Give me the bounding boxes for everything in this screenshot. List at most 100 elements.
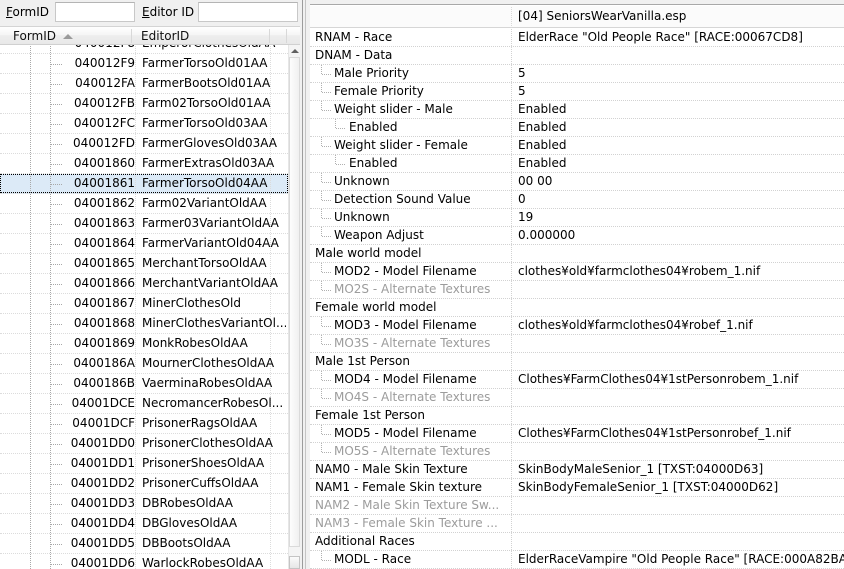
scrollbar-track[interactable] xyxy=(289,57,300,556)
detail-row-value[interactable]: clothes¥old¥farmclothes04¥robef_1.nif xyxy=(518,317,844,334)
detail-row-value[interactable]: Enabled xyxy=(518,119,844,136)
table-row[interactable]: 0400186B VaerminaRobesOldAA xyxy=(0,374,288,394)
detail-row[interactable]: Weight slider - Male Enabled xyxy=(310,101,844,119)
filter-formid-input[interactable] xyxy=(55,2,135,22)
detail-row[interactable]: NAM0 - Male Skin Texture SkinBodyMaleSeni… xyxy=(310,461,844,479)
column-header-editorid[interactable]: EditorID xyxy=(134,27,268,45)
table-row[interactable]: 040012FD FarmerGlovesOld03AA xyxy=(0,134,288,154)
detail-row-value[interactable] xyxy=(518,407,844,424)
detail-row-value[interactable] xyxy=(518,299,844,316)
detail-row[interactable]: Female Priority 5 xyxy=(310,83,844,101)
list-vertical-scrollbar[interactable] xyxy=(288,45,300,569)
detail-row[interactable]: MO3S - Alternate Textures xyxy=(310,335,844,353)
detail-row[interactable]: NAM1 - Female Skin texture SkinBodyFemale… xyxy=(310,479,844,497)
detail-row-value[interactable] xyxy=(518,245,844,262)
table-row[interactable]: 04001860 FarmerExtrasOld03AA xyxy=(0,154,288,174)
detail-column-header[interactable]: [04] SeniorsWearVanilla.esp xyxy=(310,6,844,28)
detail-row[interactable]: RNAM - Race ElderRace "Old People Race" [… xyxy=(310,29,844,47)
table-row[interactable]: 04001861 FarmerTorsoOld04AA xyxy=(0,174,288,194)
filter-editorid-input[interactable] xyxy=(198,2,298,22)
detail-row-value[interactable] xyxy=(518,533,844,550)
detail-row-value[interactable]: 5 xyxy=(518,83,844,100)
column-divider[interactable] xyxy=(269,29,270,43)
column-header-plugin[interactable]: [04] SeniorsWearVanilla.esp xyxy=(518,9,686,23)
detail-row[interactable]: Enabled Enabled xyxy=(310,119,844,137)
detail-row-value[interactable]: SkinBodyFemaleSenior_1 [TXST:04000D62] xyxy=(518,479,844,496)
table-row[interactable]: 04001DCF PrisonerRagsOldAA xyxy=(0,414,288,434)
table-row[interactable]: 04001DD4 DBGlovesOldAA xyxy=(0,514,288,534)
detail-row-value[interactable]: SkinBodyMaleSenior_1 [TXST:04000D63] xyxy=(518,461,844,478)
detail-row-value[interactable] xyxy=(518,335,844,352)
detail-row[interactable]: Weight slider - Female Enabled xyxy=(310,137,844,155)
detail-row[interactable]: MOD3 - Model Filename clothes¥old¥farmclo… xyxy=(310,317,844,335)
detail-row-value[interactable]: 19 xyxy=(518,209,844,226)
table-row[interactable]: 04001863 Farmer03VariantOldAA xyxy=(0,214,288,234)
detail-row-value[interactable]: Clothes¥FarmClothes04¥1stPersonrobef_1.n… xyxy=(518,425,844,442)
table-row[interactable]: 04001869 MonkRobesOldAA xyxy=(0,334,288,354)
table-row[interactable]: 04001DD6 WarlockRobesOldAA xyxy=(0,554,288,569)
table-row[interactable]: 04001DD3 DBRobesOldAA xyxy=(0,494,288,514)
table-row[interactable]: 04001868 MinerClothesVariantOl... xyxy=(0,314,288,334)
table-row[interactable]: 04001864 FarmerVariantOld04AA xyxy=(0,234,288,254)
detail-row[interactable]: Male Priority 5 xyxy=(310,65,844,83)
table-row[interactable]: 040012F8 EmperorClothesOldAA xyxy=(0,45,288,54)
table-row[interactable]: 040012FA FarmerBootsOld01AA xyxy=(0,74,288,94)
table-row[interactable]: 04001DD0 PrisonerClothesOldAA xyxy=(0,434,288,454)
detail-row[interactable]: Unknown 19 xyxy=(310,209,844,227)
detail-row-value[interactable] xyxy=(518,389,844,406)
detail-row[interactable]: MOD4 - Model Filename Clothes¥FarmClothes… xyxy=(310,371,844,389)
detail-row-value[interactable]: 0 xyxy=(518,191,844,208)
detail-row[interactable]: NAM2 - Male Skin Texture Sw... xyxy=(310,497,844,515)
detail-row[interactable]: Female world model xyxy=(310,299,844,317)
detail-row-value[interactable] xyxy=(518,515,844,532)
table-row[interactable]: 04001DD5 DBBootsOldAA xyxy=(0,534,288,554)
detail-row[interactable]: MO4S - Alternate Textures xyxy=(310,389,844,407)
detail-row-value[interactable]: 5 xyxy=(518,65,844,82)
detail-row[interactable]: Female 1st Person xyxy=(310,407,844,425)
detail-row[interactable]: MOD5 - Model Filename Clothes¥FarmClothes… xyxy=(310,425,844,443)
detail-row-value[interactable]: ElderRace "Old People Race" [RACE:00067C… xyxy=(518,29,844,46)
table-row[interactable]: 04001865 MerchantTorsoOldAA xyxy=(0,254,288,274)
column-divider[interactable] xyxy=(511,7,512,28)
detail-row-value[interactable]: Enabled xyxy=(518,137,844,154)
table-row[interactable]: 04001DD2 PrisonerCuffsOldAA xyxy=(0,474,288,494)
column-divider[interactable] xyxy=(286,29,287,43)
table-row[interactable]: 040012FC FarmerTorsoOld03AA xyxy=(0,114,288,134)
records-list[interactable]: 040012F8 EmperorClothesOldAA 040012F9 Farme… xyxy=(0,45,288,569)
detail-row-value[interactable] xyxy=(518,281,844,298)
detail-row[interactable]: Male world model xyxy=(310,245,844,263)
detail-row-value[interactable]: Enabled xyxy=(518,101,844,118)
table-row[interactable]: 04001866 MerchantVariantOldAA xyxy=(0,274,288,294)
detail-row-value[interactable]: Clothes¥FarmClothes04¥1stPersonrobem_1.n… xyxy=(518,371,844,388)
detail-row[interactable]: MO2S - Alternate Textures xyxy=(310,281,844,299)
detail-row[interactable]: Unknown 00 00 xyxy=(310,173,844,191)
detail-row[interactable]: Weapon Adjust 0.000000 xyxy=(310,227,844,245)
detail-row[interactable]: MODL - Race ElderRaceVampire "Old People … xyxy=(310,551,844,569)
scroll-up-button[interactable] xyxy=(289,45,300,57)
detail-row-value[interactable] xyxy=(518,47,844,64)
table-row[interactable]: 04001DCE NecromancerRobesOl... xyxy=(0,394,288,414)
table-row[interactable]: 040012FB Farm02TorsoOld01AA xyxy=(0,94,288,114)
table-row[interactable]: 04001DD1 PrisonerShoesOldAA xyxy=(0,454,288,474)
detail-row-value[interactable]: Enabled xyxy=(518,155,844,172)
detail-row-value[interactable]: ElderRaceVampire "Old People Race" [RACE… xyxy=(518,551,844,568)
column-divider[interactable] xyxy=(131,29,132,43)
detail-row[interactable]: Male 1st Person xyxy=(310,353,844,371)
detail-row-value[interactable] xyxy=(518,497,844,514)
scrollbar-thumb[interactable] xyxy=(289,57,300,547)
record-detail-rows[interactable]: RNAM - Race ElderRace "Old People Race" [… xyxy=(310,29,844,569)
detail-row-value[interactable]: 0.000000 xyxy=(518,227,844,244)
table-row[interactable]: 040012F9 FarmerTorsoOld01AA xyxy=(0,54,288,74)
detail-row-value[interactable] xyxy=(518,443,844,460)
table-row[interactable]: 04001862 Farm02VariantOldAA xyxy=(0,194,288,214)
detail-row[interactable]: Enabled Enabled xyxy=(310,155,844,173)
detail-row[interactable]: Detection Sound Value 0 xyxy=(310,191,844,209)
panel-splitter[interactable] xyxy=(300,0,310,569)
detail-row[interactable]: NAM3 - Female Skin Texture ... xyxy=(310,515,844,533)
detail-row[interactable]: MOD2 - Model Filename clothes¥old¥farmclo… xyxy=(310,263,844,281)
table-row[interactable]: 04001867 MinerClothesOld xyxy=(0,294,288,314)
scroll-down-button[interactable] xyxy=(289,556,300,569)
detail-row-value[interactable] xyxy=(518,353,844,370)
detail-row[interactable]: DNAM - Data xyxy=(310,47,844,65)
table-row[interactable]: 0400186A MournerClothesOldAA xyxy=(0,354,288,374)
